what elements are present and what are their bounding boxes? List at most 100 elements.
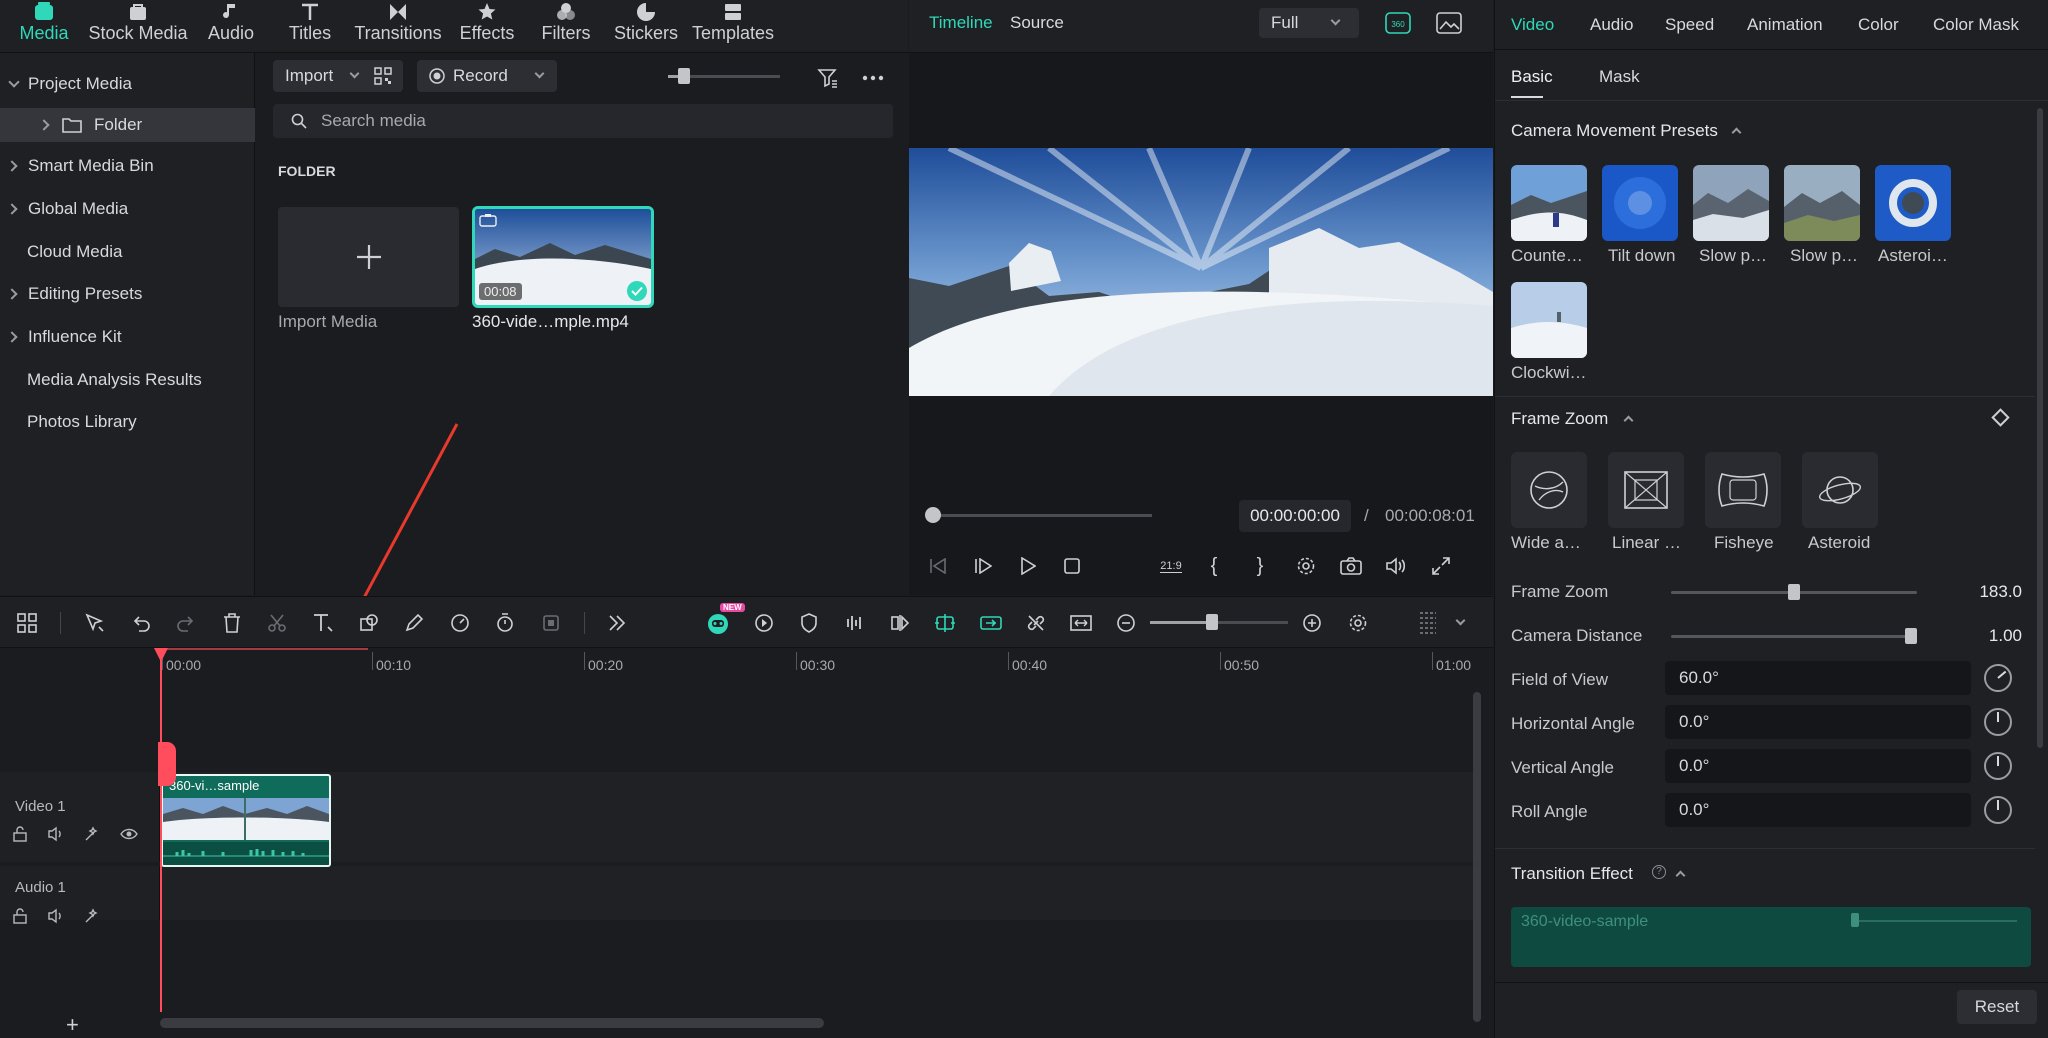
sidebar-item-smart-media-bin[interactable]: Smart Media Bin — [0, 149, 255, 183]
lock-icon[interactable] — [12, 908, 28, 924]
crop-shape-icon[interactable] — [354, 608, 384, 638]
fit-timeline-icon[interactable] — [1066, 608, 1096, 638]
text-tool-icon[interactable] — [308, 608, 338, 638]
slider-thumb[interactable] — [1788, 584, 1800, 600]
import-media-tile[interactable] — [278, 207, 459, 307]
tab-filters[interactable]: Filters — [534, 0, 598, 53]
sidebar-item-global-media[interactable]: Global Media — [0, 192, 255, 226]
tab-media[interactable]: Media — [14, 0, 74, 53]
zoom-mode-linear[interactable] — [1608, 452, 1684, 528]
audio-beat-icon[interactable] — [840, 608, 870, 638]
v-angle-field[interactable]: 0.0° — [1665, 749, 1971, 783]
visibility-eye-icon[interactable] — [120, 826, 138, 842]
timeline-v-scrollbar[interactable] — [1473, 692, 1481, 1022]
mirror-icon[interactable] — [885, 608, 915, 638]
subtab-basic[interactable]: Basic — [1511, 67, 1553, 87]
chevron-up-icon[interactable] — [1623, 415, 1634, 426]
roll-field[interactable]: 0.0° — [1665, 793, 1971, 827]
h-angle-dial-icon[interactable] — [1984, 708, 2012, 736]
pen-draw-icon[interactable] — [399, 608, 429, 638]
track-effects-icon[interactable] — [84, 908, 100, 924]
tab-transitions[interactable]: Transitions — [350, 0, 446, 53]
tab-audio-props[interactable]: Audio — [1590, 15, 1633, 35]
play-icon[interactable] — [1013, 551, 1043, 581]
import-button[interactable]: Import — [273, 60, 403, 92]
tab-timeline[interactable]: Timeline — [929, 13, 993, 33]
timeline-zoom-slider[interactable] — [1150, 614, 1288, 630]
undo-icon[interactable] — [126, 608, 156, 638]
timer-icon[interactable] — [490, 608, 520, 638]
slider-thumb[interactable] — [678, 68, 690, 84]
next-frame-icon[interactable] — [968, 551, 998, 581]
volume-icon[interactable] — [1381, 551, 1411, 581]
tab-titles[interactable]: Titles — [280, 0, 340, 53]
sidebar-item-editing-presets[interactable]: Editing Presets — [0, 277, 255, 311]
thumbnail-size-slider[interactable] — [668, 68, 780, 84]
previous-frame-icon[interactable] — [923, 551, 953, 581]
tab-speed[interactable]: Speed — [1665, 15, 1714, 35]
mask-shield-icon[interactable] — [794, 608, 824, 638]
timeline-settings-icon[interactable] — [1343, 608, 1373, 638]
search-input[interactable]: Search media — [273, 104, 893, 138]
auto-reframe-icon[interactable] — [749, 608, 779, 638]
sidebar-item-photos-library[interactable]: Photos Library — [0, 405, 255, 439]
select-cursor-icon[interactable] — [80, 608, 110, 638]
transition-handle[interactable] — [1851, 913, 1859, 927]
zoom-mode-wide-angle[interactable] — [1511, 452, 1587, 528]
tab-color-mask[interactable]: Color Mask — [1933, 15, 2019, 35]
playhead-knob[interactable] — [925, 507, 941, 523]
tab-audio[interactable]: Audio — [200, 0, 262, 53]
sidebar-item-influence-kit[interactable]: Influence Kit — [0, 320, 255, 354]
settings-gear-icon[interactable] — [1291, 551, 1321, 581]
subtab-mask[interactable]: Mask — [1599, 67, 1640, 87]
qr-grid-icon[interactable] — [374, 67, 392, 85]
media-clip-thumbnail[interactable]: 00:08 — [472, 206, 654, 308]
link-clip-icon[interactable] — [976, 608, 1006, 638]
zoom-mode-fisheye[interactable] — [1705, 452, 1781, 528]
help-icon[interactable]: ? — [1652, 865, 1666, 879]
filter-icon[interactable] — [813, 63, 843, 93]
mark-out-icon[interactable]: } — [1245, 551, 1275, 581]
more-options-icon[interactable] — [858, 63, 888, 93]
chevron-up-icon[interactable] — [1675, 870, 1686, 881]
quality-select[interactable]: Full — [1259, 8, 1359, 38]
preset-tilt-down[interactable] — [1602, 165, 1678, 241]
tab-templates[interactable]: Templates — [692, 0, 774, 53]
add-track-plus-icon[interactable]: + — [66, 1012, 79, 1038]
zoom-mode-asteroid[interactable] — [1802, 452, 1878, 528]
timeline-h-scrollbar[interactable] — [160, 1018, 824, 1028]
track-layout-icon[interactable] — [1413, 608, 1443, 638]
camera-distance-slider[interactable] — [1671, 628, 1917, 644]
fov-dial-icon[interactable] — [1978, 658, 2018, 698]
tab-animation[interactable]: Animation — [1747, 15, 1823, 35]
preset-slow-pan-2[interactable] — [1784, 165, 1860, 241]
v-angle-dial-icon[interactable] — [1984, 752, 2012, 780]
timeline-video-clip[interactable]: 360-vi…sample — [161, 774, 331, 867]
tab-stickers[interactable]: Stickers — [608, 0, 684, 53]
freeze-frame-icon[interactable] — [536, 608, 566, 638]
preset-slow-pan-1[interactable] — [1693, 165, 1769, 241]
zoom-in-icon[interactable] — [1297, 608, 1327, 638]
chevron-down-icon[interactable] — [1455, 615, 1466, 626]
sidebar-item-media-analysis[interactable]: Media Analysis Results — [0, 363, 255, 397]
preset-clockwise[interactable] — [1511, 282, 1587, 358]
preview-video-frame[interactable] — [909, 148, 1493, 396]
image-view-icon[interactable] — [1436, 12, 1462, 34]
roll-dial-icon[interactable] — [1984, 796, 2012, 824]
frame-zoom-slider[interactable] — [1671, 584, 1917, 600]
h-angle-field[interactable]: 0.0° — [1665, 705, 1971, 739]
tab-stock-media[interactable]: Stock Media — [88, 0, 188, 53]
fov-field[interactable]: 60.0° — [1665, 661, 1971, 695]
stop-icon[interactable] — [1057, 551, 1087, 581]
slider-thumb[interactable] — [1905, 628, 1917, 644]
scissors-split-icon[interactable] — [262, 608, 292, 638]
chevron-up-icon[interactable] — [1731, 127, 1742, 138]
mute-speaker-icon[interactable] — [48, 826, 64, 842]
playhead-line[interactable] — [160, 648, 162, 1012]
slider-thumb[interactable] — [1206, 614, 1218, 630]
more-tools-icon[interactable] — [602, 608, 632, 638]
mark-in-icon[interactable]: { — [1199, 551, 1229, 581]
aspect-ratio-icon[interactable]: 21:9 — [1153, 551, 1189, 581]
speed-ramp-icon[interactable] — [445, 608, 475, 638]
unlink-icon[interactable] — [1021, 608, 1051, 638]
